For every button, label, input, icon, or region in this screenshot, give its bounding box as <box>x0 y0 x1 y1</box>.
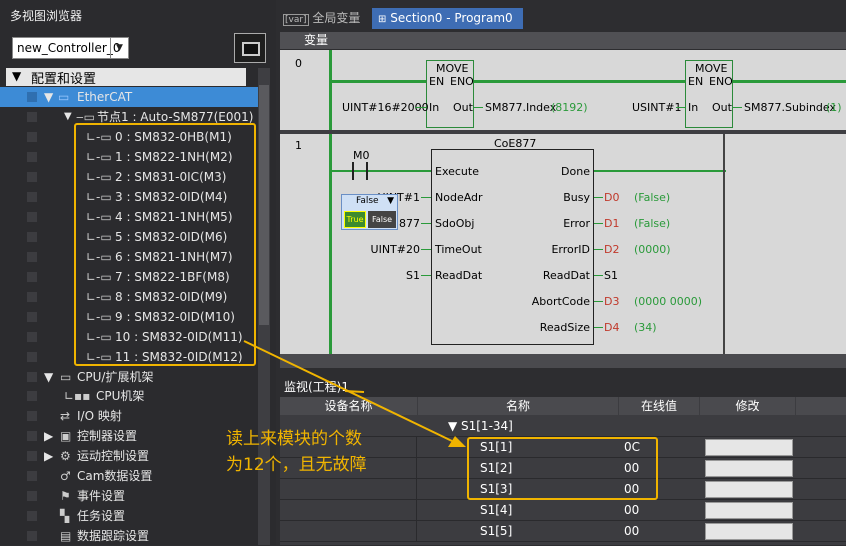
note-line-2: 为12个，且无故障 <box>226 455 367 475</box>
note-line-1: 读上来模块的个数 <box>226 429 362 449</box>
annotation-note: 读上来模块的个数 为12个，且无故障 <box>226 426 426 478</box>
